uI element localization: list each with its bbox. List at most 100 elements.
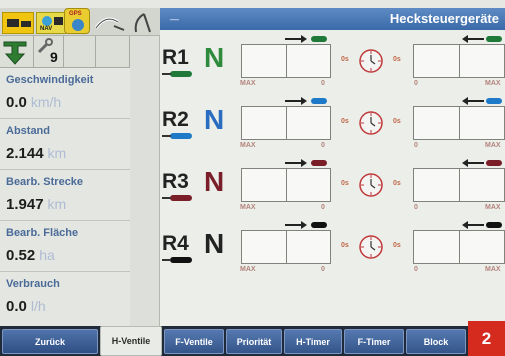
flow-extend-box[interactable] <box>241 106 331 140</box>
valve-mode[interactable]: N <box>204 42 224 74</box>
max-label-right: MAX <box>485 80 501 87</box>
page-title: Hecksteuergeräte <box>389 11 499 26</box>
max-label-left: MAX <box>240 204 256 211</box>
valve-mode[interactable]: N <box>204 166 224 198</box>
zero-label-left: 0 <box>321 266 325 273</box>
tab-f-ventile[interactable]: F-Ventile <box>164 329 224 354</box>
distance-value: 2.144 km <box>6 145 67 162</box>
flow-retract-box[interactable] <box>413 44 505 78</box>
time-left: 0s <box>341 56 349 63</box>
worked-area-value: 0.52 ha <box>6 247 55 264</box>
zero-label-right: 0 <box>414 142 418 149</box>
time-right: 0s <box>393 242 401 249</box>
zero-label-right: 0 <box>414 204 418 211</box>
worked-area-label: Bearb. Fläche <box>6 227 79 239</box>
info-speed[interactable]: Geschwindigkeit 0.0 km/h <box>0 68 130 119</box>
speed-value: 0.0 km/h <box>6 94 62 111</box>
consumption-label: Verbrauch <box>6 278 60 290</box>
extend-arrow-icon <box>285 35 327 43</box>
tab-prioritaet[interactable]: Priorität <box>226 329 282 354</box>
info-distance[interactable]: Abstand 2.144 km <box>0 119 130 170</box>
valve-row-r4[interactable]: R4 N 0s 0s MAX 0 0 MAX <box>160 216 505 276</box>
extend-arrow-icon <box>285 97 327 105</box>
time-right: 0s <box>393 56 401 63</box>
header-dash-icon: — <box>170 14 179 24</box>
valve-row-r2[interactable]: R2 N 0s 0s MAX 0 0 MAX <box>160 92 505 152</box>
arrow-down-icon <box>3 41 27 65</box>
nav-status-icon[interactable]: NAV <box>36 12 66 34</box>
worked-distance-label: Bearb. Strecke <box>6 176 84 188</box>
status-strip: NAV GPS <box>0 8 160 36</box>
valve-mode[interactable]: N <box>204 228 224 260</box>
timer-clock-icon[interactable] <box>356 108 386 138</box>
counter-value: 9 <box>50 49 58 65</box>
tab-h-timer[interactable]: H-Timer <box>284 329 342 354</box>
middle-column <box>130 36 160 326</box>
valve-name: R2 <box>162 108 189 131</box>
max-label-right: MAX <box>485 204 501 211</box>
gps-label: GPS <box>69 11 82 17</box>
info-worked-area[interactable]: Bearb. Fläche 0.52 ha <box>0 221 130 272</box>
info-panel: Geschwindigkeit 0.0 km/h Abstand 2.144 km … <box>0 68 130 326</box>
back-button[interactable]: Zurück <box>2 329 98 354</box>
valve-name: R4 <box>162 232 189 255</box>
time-left: 0s <box>341 118 349 125</box>
implement-icon[interactable] <box>130 10 156 36</box>
valve-name: R3 <box>162 170 189 193</box>
zero-label-right: 0 <box>414 80 418 87</box>
bottom-tab-bar: Zurück H-Ventile F-Ventile Priorität H-T… <box>0 326 505 356</box>
flow-retract-box[interactable] <box>413 168 505 202</box>
valve-name: R1 <box>162 46 189 69</box>
nav-label: NAV <box>40 26 53 32</box>
warning-status-icon[interactable] <box>2 12 34 34</box>
flow-retract-box[interactable] <box>413 230 505 264</box>
valve-area: R1 N 0s 0s MAX 0 0 MAX R2 N 0s 0s MAX 0 … <box>160 30 505 326</box>
valve-mode[interactable]: N <box>204 104 224 136</box>
info-consumption[interactable]: Verbrauch 0.0 l/h <box>0 272 130 323</box>
time-right: 0s <box>393 118 401 125</box>
retract-arrow-icon <box>462 35 502 43</box>
consumption-value: 0.0 l/h <box>6 298 46 315</box>
speed-label: Geschwindigkeit <box>6 74 94 86</box>
timer-clock-icon[interactable] <box>356 170 386 200</box>
max-label-left: MAX <box>240 142 256 149</box>
time-right: 0s <box>393 180 401 187</box>
lower-hitch-cell[interactable] <box>0 36 34 68</box>
retract-arrow-icon <box>462 97 502 105</box>
header-bar: — Hecksteuergeräte <box>160 8 505 30</box>
hose-coupler-icon <box>162 71 192 77</box>
flow-extend-box[interactable] <box>241 168 331 202</box>
tab-block[interactable]: Block <box>406 329 466 354</box>
max-label-left: MAX <box>240 266 256 273</box>
valve-row-r3[interactable]: R3 N 0s 0s MAX 0 0 MAX <box>160 154 505 214</box>
zero-label-left: 0 <box>321 204 325 211</box>
time-left: 0s <box>341 242 349 249</box>
flow-extend-box[interactable] <box>241 230 331 264</box>
max-label-left: MAX <box>240 80 256 87</box>
timer-clock-icon[interactable] <box>356 232 386 262</box>
timer-clock-icon[interactable] <box>356 46 386 76</box>
extend-arrow-icon <box>285 159 327 167</box>
tool-cell-3[interactable] <box>64 36 96 68</box>
wrench-cell[interactable]: 9 <box>34 36 64 68</box>
zero-label-left: 0 <box>321 142 325 149</box>
rear-hitch-icon[interactable] <box>92 12 128 34</box>
tab-h-ventile[interactable]: H-Ventile <box>100 326 162 356</box>
gps-status-icon[interactable]: GPS <box>64 8 90 34</box>
hose-coupler-icon <box>162 133 192 139</box>
distance-label: Abstand <box>6 125 50 137</box>
zero-label-right: 0 <box>414 266 418 273</box>
tool-cell-4[interactable] <box>96 36 130 68</box>
valve-row-r1[interactable]: R1 N 0s 0s MAX 0 0 MAX <box>160 30 505 90</box>
max-label-right: MAX <box>485 142 501 149</box>
retract-arrow-icon <box>462 159 502 167</box>
zero-label-left: 0 <box>321 80 325 87</box>
retract-arrow-icon <box>462 221 502 229</box>
flow-retract-box[interactable] <box>413 106 505 140</box>
terminal-screen: NAV GPS 9 Geschwindigkeit 0.0 km/h Absta… <box>0 0 505 356</box>
extend-arrow-icon <box>285 221 327 229</box>
tab-f-timer[interactable]: F-Timer <box>344 329 404 354</box>
info-worked-distance[interactable]: Bearb. Strecke 1.947 km <box>0 170 130 221</box>
flow-extend-box[interactable] <box>241 44 331 78</box>
max-label-right: MAX <box>485 266 501 273</box>
